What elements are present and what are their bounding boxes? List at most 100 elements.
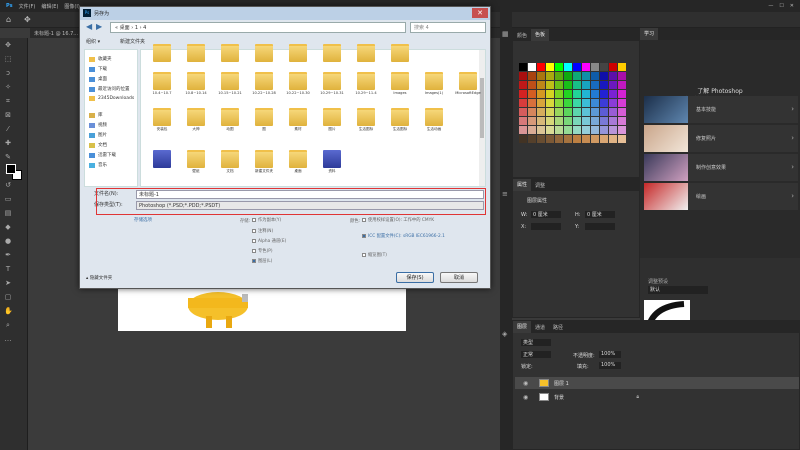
menu-file[interactable]: 文件(F) [19, 3, 36, 10]
option-alpha[interactable]: Alpha 通道(E) [252, 238, 286, 244]
file-item[interactable]: 10.4~10.7 [145, 72, 179, 110]
menu-image[interactable]: 图像(I) [64, 3, 79, 10]
file-item[interactable]: Images(1) [417, 72, 451, 110]
color-swatch[interactable] [600, 99, 608, 107]
color-swatch[interactable] [591, 117, 599, 125]
properties-icon[interactable]: ≡ [502, 190, 508, 198]
heal-tool-icon[interactable]: ✚ [4, 139, 12, 147]
history-icon[interactable]: ▦ [502, 30, 509, 38]
nav-item[interactable]: 下载 [89, 66, 107, 72]
forward-arrow-icon[interactable]: ▶ [96, 22, 102, 31]
fill-field[interactable]: 100% [599, 362, 621, 369]
nav-item[interactable]: 文档 [89, 142, 107, 148]
learn-card-creative[interactable]: 制作创意效果 › [644, 154, 798, 181]
color-swatch[interactable] [519, 135, 527, 143]
color-swatch[interactable] [564, 90, 572, 98]
color-swatch[interactable] [618, 90, 626, 98]
tab-swatches[interactable]: 色板 [531, 29, 550, 41]
color-swatch[interactable] [546, 81, 554, 89]
color-swatch[interactable] [546, 72, 554, 80]
color-swatch[interactable] [591, 126, 599, 134]
file-item[interactable]: 10.8~10.14 [179, 72, 213, 110]
color-swatch[interactable] [591, 99, 599, 107]
color-swatch[interactable] [519, 81, 527, 89]
color-swatch[interactable] [582, 81, 590, 89]
color-swatch[interactable] [546, 117, 554, 125]
file-item[interactable]: 新建文件夹 [247, 150, 281, 188]
color-swatch[interactable] [537, 81, 545, 89]
tab-learn[interactable]: 学习 [640, 28, 659, 40]
layers-icon[interactable]: ◈ [502, 330, 507, 338]
color-swatch[interactable] [609, 126, 617, 134]
kind-filter[interactable]: 类型 [521, 339, 551, 346]
color-swatch[interactable] [591, 135, 599, 143]
color-swatch[interactable] [591, 81, 599, 89]
color-swatch[interactable] [537, 135, 545, 143]
color-swatch[interactable] [582, 135, 590, 143]
color-swatch[interactable] [600, 108, 608, 116]
color-swatch[interactable] [573, 135, 581, 143]
color-swatch[interactable] [609, 99, 617, 107]
color-swatch[interactable] [537, 72, 545, 80]
color-swatch[interactable] [564, 126, 572, 134]
file-item[interactable]: 桌面 [281, 150, 315, 188]
color-swatch[interactable] [519, 117, 527, 125]
adjust-select[interactable]: 默认 [648, 286, 708, 294]
color-swatch[interactable] [600, 117, 608, 125]
search-input[interactable]: 搜索 4 [410, 22, 486, 33]
file-item[interactable]: 生活动画 [417, 108, 451, 146]
crop-tool-icon[interactable]: ⌗ [4, 97, 12, 105]
color-swatch[interactable] [546, 90, 554, 98]
color-swatch[interactable] [537, 108, 545, 116]
file-item[interactable]: 素材 [281, 108, 315, 146]
maximize-icon[interactable]: ☐ [779, 3, 783, 9]
learn-card-basics[interactable]: 基本技能 › [644, 96, 798, 123]
organize-menu[interactable]: 组织 ▾ [86, 38, 100, 45]
nav-item[interactable]: 视频 [89, 122, 107, 128]
file-item[interactable]: 10.29~10.31 [315, 72, 349, 110]
wand-tool-icon[interactable]: ✧ [4, 83, 12, 91]
color-swatch[interactable] [564, 135, 572, 143]
color-swatch[interactable] [528, 99, 536, 107]
color-swatch[interactable] [528, 72, 536, 80]
color-swatch[interactable] [555, 72, 563, 80]
minimize-icon[interactable]: — [768, 3, 773, 9]
nav-item[interactable]: 图片 [89, 132, 107, 138]
file-item[interactable]: 动图 [213, 108, 247, 146]
back-arrow-icon[interactable]: ◀ [86, 22, 92, 31]
zoom-tool-icon[interactable]: ⌕ [4, 321, 12, 329]
color-swatch[interactable] [618, 72, 626, 80]
more-tools-icon[interactable]: … [4, 335, 12, 343]
blend-mode-select[interactable]: 正常 [521, 351, 551, 358]
color-swatch[interactable] [555, 135, 563, 143]
shape-tool-icon[interactable]: ▢ [4, 293, 12, 301]
color-swatch[interactable] [582, 63, 590, 71]
ps-logo-icon[interactable]: Ps [6, 3, 13, 9]
color-swatch[interactable] [546, 63, 554, 71]
hide-folders-toggle[interactable]: ▴ 隐藏文件夹 [86, 275, 112, 281]
file-item[interactable]: 10.29~11.4 [349, 72, 383, 110]
color-swatch[interactable] [564, 81, 572, 89]
file-item[interactable]: 10.22~10.30 [281, 72, 315, 110]
tab-channels[interactable]: 通道 [531, 324, 549, 331]
color-swatch[interactable] [546, 126, 554, 134]
color-swatch[interactable] [591, 63, 599, 71]
color-swatch[interactable] [519, 126, 527, 134]
address-bar[interactable]: « 桌面 › 1 › 4 [110, 22, 406, 33]
h-field[interactable]: 0 厘米 [585, 211, 615, 218]
file-item[interactable]: 安装包 [145, 108, 179, 146]
color-swatch[interactable] [564, 108, 572, 116]
color-swatch[interactable] [519, 90, 527, 98]
file-item[interactable]: Images [383, 72, 417, 110]
color-swatch[interactable] [564, 99, 572, 107]
close-icon[interactable]: ✕ [790, 3, 794, 9]
eraser-tool-icon[interactable]: ▭ [4, 195, 12, 203]
color-swatch[interactable] [582, 99, 590, 107]
cancel-button[interactable]: 取消 [440, 272, 478, 283]
file-item[interactable]: 资料 [315, 150, 349, 188]
file-item[interactable] [145, 150, 179, 188]
color-swatch[interactable] [618, 135, 626, 143]
color-swatch[interactable] [573, 99, 581, 107]
layer-row[interactable]: ◉ 背景 🔒︎ [515, 391, 799, 403]
type-tool-icon[interactable]: T [4, 265, 12, 273]
